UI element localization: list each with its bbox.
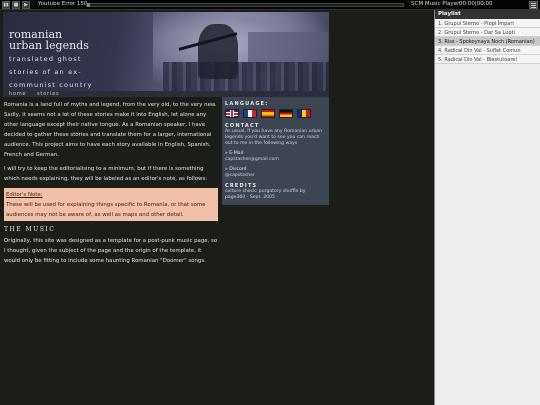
romania-flag-icon[interactable] — [297, 109, 311, 118]
tagline-line3: communist country — [9, 81, 93, 89]
playlist-item[interactable]: 2. Grupul Sterno - Dar Sa Lupti — [435, 28, 540, 37]
france-flag-icon[interactable] — [243, 109, 257, 118]
stop-button[interactable]: ■ — [12, 1, 20, 9]
discord-section: » Discord @capstasher — [225, 167, 326, 179]
credits-section: CREDITS culture shock: purgatory shuffle… — [225, 183, 326, 201]
playlist-heading: Playlist — [435, 10, 540, 19]
seek-knob[interactable] — [87, 3, 90, 7]
main-content: Romania is a land full of myths and lege… — [4, 100, 218, 270]
editors-note-title: Editor's Note: — [6, 192, 43, 198]
player-name: SCM Music Player — [411, 1, 460, 7]
now-playing-title: Youtube Error 150 — [38, 1, 88, 7]
language-flags — [225, 109, 326, 118]
seek-bar[interactable] — [86, 3, 404, 7]
playlist-toggle-icon[interactable] — [529, 1, 538, 9]
pause-button[interactable]: ▮▮ — [2, 1, 10, 9]
discord-value[interactable]: @capstasher — [225, 173, 326, 179]
music-paragraph: Originally, this site was designed as a … — [4, 238, 218, 264]
language-heading: LANGUAGE: — [225, 101, 269, 107]
spain-flag-icon[interactable] — [261, 109, 275, 118]
sidebar-panel: LANGUAGE: CONTACT As usual, if you have … — [222, 97, 329, 205]
editors-note-box: Editor's Note: These will be used for ex… — [4, 188, 218, 221]
playlist-item[interactable]: 1. Grupul Sterno - Plopi Împari — [435, 19, 540, 28]
nav-link-stories[interactable]: stories — [37, 91, 59, 97]
email-value[interactable]: capstasher@gmail.com — [225, 157, 326, 163]
music-player-bar: ▮▮ ■ ▶ Youtube Error 150 SCM Music Playe… — [0, 0, 540, 10]
playlist-item[interactable]: 4. Radical Din Val - Suflet Comun — [435, 46, 540, 55]
playlist-panel: Playlist 1. Grupul Sterno - Plopi Împari… — [434, 10, 540, 405]
contact-text: As usual, if you have any Romanian urban… — [225, 129, 323, 146]
intro-paragraph: Romania is a land full of myths and lege… — [4, 102, 217, 158]
nav-link-home[interactable]: home — [9, 91, 26, 97]
credits-text[interactable]: culture shock: purgatory shuffle by page… — [225, 189, 326, 201]
tagline-line2: stories of an ex- — [9, 68, 82, 76]
tagline-line1: translated ghost — [9, 55, 82, 63]
playlist-item-active[interactable]: 3. Riss - Spokoynaya Noch (Romanian) — [435, 37, 540, 46]
email-section: » E-Mail capstasher@gmail.com — [225, 151, 326, 163]
play-button[interactable]: ▶ — [22, 1, 30, 9]
playlist-item[interactable]: 5. Radical Din Val - Blestutoare! — [435, 55, 540, 64]
player-time: 00:00|00:00 — [459, 1, 493, 7]
editorial-paragraph: I will try to keep the editorialising to… — [4, 166, 208, 182]
editors-note-body: These will be used for explaining things… — [6, 202, 206, 218]
header-banner: romanian urban legends translated ghost … — [3, 12, 329, 91]
site-logo-line2: urban legends — [9, 39, 89, 52]
music-heading: THE MUSIC — [4, 226, 56, 233]
contact-section: CONTACT As usual, if you have any Romani… — [225, 123, 326, 147]
germany-flag-icon[interactable] — [279, 109, 293, 118]
banner-photo-crowd — [163, 62, 329, 91]
uk-flag-icon[interactable] — [225, 109, 239, 118]
